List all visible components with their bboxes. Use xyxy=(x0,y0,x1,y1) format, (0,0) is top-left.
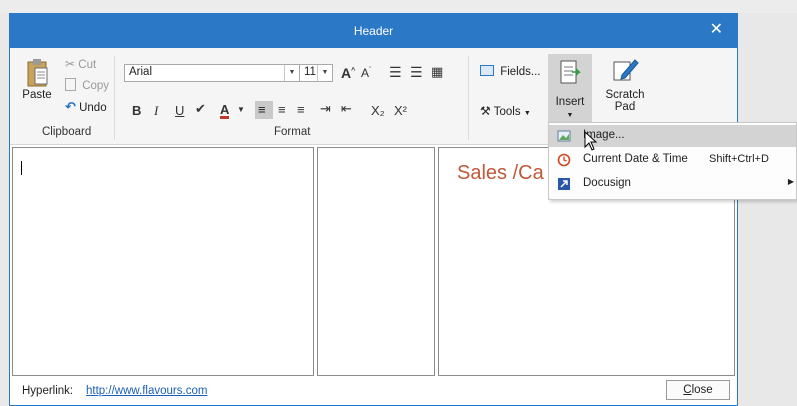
clock-icon xyxy=(557,153,571,167)
menu-item-label: Docusign xyxy=(583,177,631,189)
paste-icon xyxy=(27,59,48,87)
clipboard-group-label: Clipboard xyxy=(42,126,92,138)
cut-button[interactable]: ✂ Cut xyxy=(65,57,96,71)
separator xyxy=(468,56,469,140)
tools-button[interactable]: ⚒ Tools ▼ xyxy=(480,104,531,118)
left-section-editor[interactable] xyxy=(12,147,314,376)
dialog-footer: Hyperlink: http://www.flavours.com Close xyxy=(10,379,737,405)
close-window-icon[interactable]: ✕ xyxy=(710,20,723,38)
outdent-icon[interactable]: ⇤ xyxy=(341,101,352,117)
hyperlink-url[interactable]: http://www.flavours.com xyxy=(86,385,207,397)
scissors-icon: ✂ xyxy=(65,57,76,71)
font-name-select[interactable]: Arial ▼ xyxy=(124,64,300,82)
close-label-rest: lose xyxy=(691,384,713,396)
undo-button[interactable]: ↶ Undo xyxy=(65,99,107,115)
scratch-pad-label-1: Scratch xyxy=(605,89,645,101)
fields-label: Fields... xyxy=(500,66,541,78)
mouse-pointer-icon xyxy=(584,131,598,151)
align-center-icon[interactable]: ≡ xyxy=(278,102,286,117)
separator xyxy=(114,56,115,140)
menu-item-label: Current Date & Time xyxy=(583,153,688,165)
fields-icon xyxy=(480,65,494,76)
image-icon xyxy=(557,130,571,142)
shrink-font-label: A xyxy=(361,66,370,80)
menu-item-docusign[interactable]: Docusign ▶ xyxy=(549,173,796,195)
italic-button[interactable]: I xyxy=(154,103,158,119)
superscript-button[interactable]: X² xyxy=(394,103,407,118)
spell-check-icon[interactable]: ✔ xyxy=(195,101,206,117)
hyperlink-label: Hyperlink: xyxy=(22,385,74,397)
copy-label: Copy xyxy=(82,80,110,92)
text-caret xyxy=(21,161,22,175)
fields-button[interactable]: Fields... xyxy=(480,65,540,78)
font-name-value: Arial xyxy=(129,66,153,78)
header-dialog: Header ✕ Paste ✂ Cut Copy ↶ Undo Clipboa… xyxy=(9,13,738,406)
insert-label: Insert xyxy=(555,96,585,108)
numbered-list-icon[interactable]: ☰ xyxy=(410,64,423,81)
background-right-area xyxy=(738,13,797,406)
grow-font-label: A xyxy=(341,65,352,81)
title-bar: Header ✕ xyxy=(10,14,737,48)
align-left-icon: ≡ xyxy=(258,102,266,117)
close-button[interactable]: Close xyxy=(666,380,730,400)
docusign-icon xyxy=(558,178,570,190)
font-size-select[interactable]: 11 ▼ xyxy=(299,64,333,82)
chevron-down-icon: ▼ xyxy=(317,65,332,81)
background-strip xyxy=(0,0,797,13)
undo-icon: ↶ xyxy=(65,99,76,114)
paste-label: Paste xyxy=(22,89,52,101)
tools-label: Tools xyxy=(493,106,521,118)
shrink-font-button[interactable]: Aˇ xyxy=(361,66,371,80)
dialog-title: Header xyxy=(353,24,394,38)
scratch-pad-label-2: Pad xyxy=(614,101,636,113)
copy-button[interactable]: Copy xyxy=(65,78,109,92)
subscript-button[interactable]: X₂ xyxy=(371,103,385,118)
list-style-icon[interactable]: ▦ xyxy=(431,64,443,80)
align-left-button[interactable]: ≡ xyxy=(255,101,273,119)
format-group-label: Format xyxy=(274,126,311,138)
menu-item-shortcut: Shift+Ctrl+D xyxy=(709,153,769,165)
pencil-edit-icon xyxy=(613,59,639,81)
undo-label: Undo xyxy=(79,102,107,114)
hammer-icon: ⚒ xyxy=(480,104,491,118)
paste-button[interactable]: Paste xyxy=(22,58,52,101)
chevron-down-icon: ▼ xyxy=(566,112,574,119)
indent-icon[interactable]: ⇥ xyxy=(320,101,331,117)
insert-icon xyxy=(560,60,581,84)
grow-font-button[interactable]: A^ xyxy=(341,65,355,81)
scratch-pad-button[interactable]: Scratch Pad xyxy=(600,56,650,113)
chevron-down-icon: ▼ xyxy=(523,110,531,117)
cut-label: Cut xyxy=(78,59,97,71)
close-accel-letter: C xyxy=(683,384,692,396)
font-color-button[interactable]: A xyxy=(220,103,230,119)
bold-button[interactable]: B xyxy=(132,103,141,118)
chevron-down-icon[interactable]: ▼ xyxy=(237,105,245,114)
align-right-icon[interactable]: ≡ xyxy=(297,102,305,117)
copy-icon xyxy=(65,78,76,91)
font-size-value: 11 xyxy=(304,66,316,78)
bullet-list-icon[interactable]: ☰ xyxy=(389,64,402,81)
underline-button[interactable]: U xyxy=(175,103,184,118)
submenu-arrow-icon: ▶ xyxy=(787,177,794,186)
center-section-editor[interactable] xyxy=(317,147,435,376)
chevron-down-icon: ▼ xyxy=(284,65,299,81)
right-section-text: Sales /Ca xyxy=(457,162,544,184)
